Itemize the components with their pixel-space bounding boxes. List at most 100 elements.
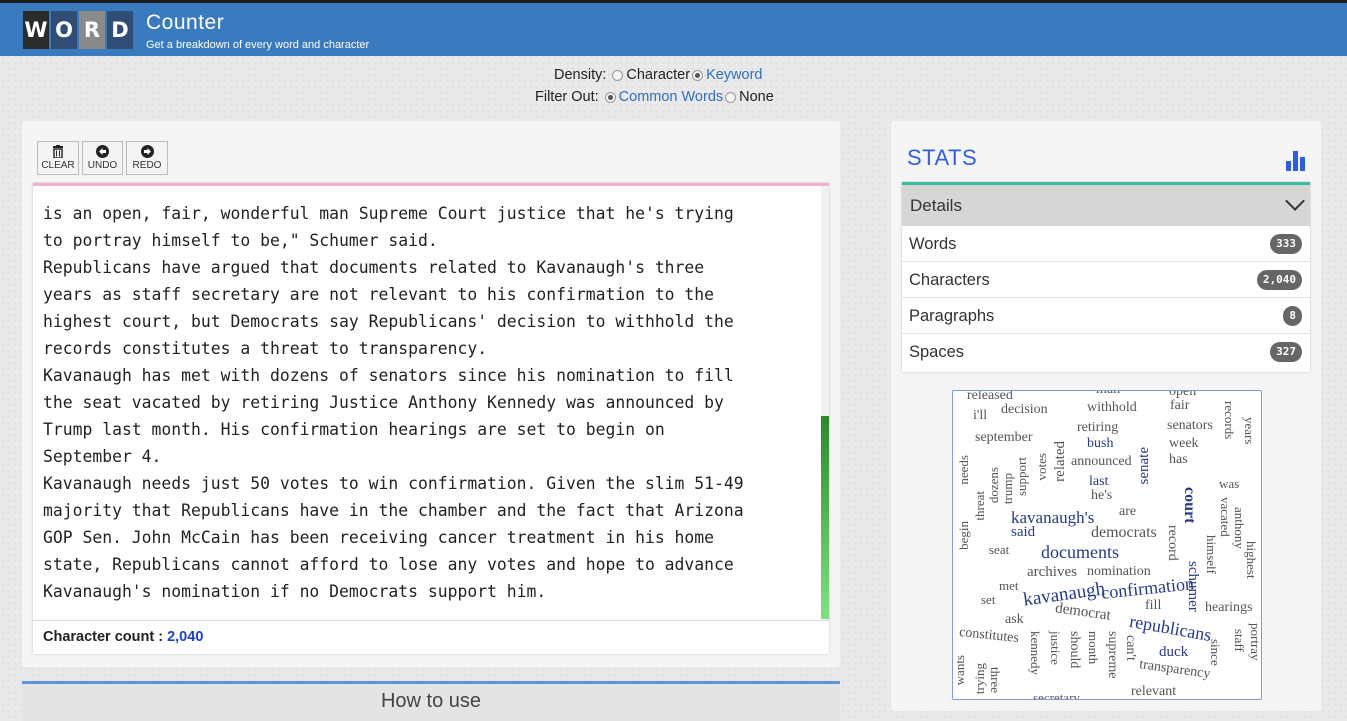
cloud-word: record — [1165, 525, 1180, 561]
cloud-word: transparency — [1138, 657, 1212, 682]
filter-common-words-label[interactable]: Common Words — [619, 89, 723, 105]
cloud-word: month — [1086, 631, 1101, 665]
cloud-word: democrat — [1054, 600, 1112, 624]
cloud-word: court — [1181, 487, 1198, 524]
stats-details-card: Details Words 333 Characters 2,040 Parag… — [902, 182, 1310, 372]
cloud-word: said — [1011, 524, 1036, 540]
text-input[interactable]: is an open, fair, wonderful man Supreme … — [43, 200, 803, 610]
stat-label: Spaces — [909, 343, 965, 361]
filter-options: Filter Out: Common Words None — [535, 89, 774, 105]
cloud-word: announced — [1071, 454, 1132, 469]
details-label: Details — [910, 196, 962, 215]
stat-badge: 333 — [1270, 234, 1302, 254]
cloud-word: wants — [952, 655, 967, 686]
cloud-word: fair — [1170, 398, 1190, 413]
filter-none-radio[interactable] — [725, 91, 737, 103]
logo-letter: R — [79, 11, 105, 49]
stats-panel: STATS Details Words 333 Characters 2,040… — [891, 121, 1321, 711]
logo[interactable]: W O R D — [22, 9, 134, 53]
logo-letter: O — [51, 11, 77, 49]
cloud-word: bush — [1087, 436, 1114, 451]
cloud-word: retiring — [1077, 420, 1119, 435]
density-character-radio[interactable] — [612, 69, 624, 81]
cloud-word: decision — [1001, 402, 1048, 417]
stat-label: Words — [909, 235, 957, 253]
redo-button[interactable]: REDO — [126, 141, 168, 175]
cloud-word: can't — [1123, 635, 1138, 661]
filter-common-words-radio[interactable] — [604, 91, 616, 103]
cloud-word: republicans — [1127, 610, 1214, 646]
brand-subtitle: Get a breakdown of every word and charac… — [146, 39, 370, 51]
stat-badge: 327 — [1270, 342, 1302, 362]
cloud-word: withhold — [1087, 400, 1137, 415]
stat-badge: 2,040 — [1256, 270, 1302, 290]
arrow-right-circle-icon — [127, 145, 167, 160]
arrow-left-circle-icon — [83, 145, 122, 160]
cloud-word: week — [1169, 436, 1199, 451]
undo-button[interactable]: UNDO — [82, 141, 123, 175]
cloud-word: supreme — [1105, 631, 1120, 679]
cloud-word: last — [1089, 474, 1109, 489]
brand-title: Counter — [146, 11, 225, 34]
cloud-word: votes — [1034, 453, 1049, 481]
cloud-word: democrats — [1091, 524, 1157, 541]
cloud-word: senate — [1136, 447, 1152, 485]
cloud-word: i'll — [973, 408, 988, 423]
cloud-word: documents — [1041, 542, 1119, 562]
cloud-word: fill — [1145, 598, 1162, 613]
how-to-use-title: How to use — [380, 690, 482, 712]
cloud-word: dozens — [986, 467, 1001, 504]
cloud-word: years — [1242, 417, 1257, 445]
cloud-word: justice — [1048, 631, 1063, 665]
stat-badge: 8 — [1283, 306, 1302, 326]
clear-label: CLEAR — [41, 160, 75, 171]
cloud-word: three — [988, 667, 1003, 693]
density-keyword-radio[interactable] — [692, 69, 704, 81]
cloud-word: duck — [1159, 644, 1189, 660]
chevron-down-icon — [1285, 191, 1305, 211]
cloud-word: senators — [1167, 418, 1213, 433]
cloud-word: records — [1222, 401, 1237, 440]
cloud-word: since — [1208, 639, 1223, 666]
character-count: Character count : 2,040 — [33, 620, 829, 654]
cloud-word: support — [1014, 457, 1029, 496]
cloud-word: trying — [972, 663, 987, 695]
cloud-word: himself — [1204, 535, 1219, 574]
cloud-word: needs — [956, 455, 971, 485]
stat-label: Characters — [909, 271, 990, 289]
density-options: Density: Character Keyword — [554, 67, 762, 83]
clear-button[interactable]: CLEAR — [37, 141, 79, 175]
cloud-word: nomination — [1087, 564, 1151, 579]
cloud-word: set — [981, 592, 996, 607]
stat-row-spaces: Spaces 327 — [902, 334, 1310, 370]
redo-label: REDO — [132, 160, 162, 171]
trash-icon — [38, 145, 78, 160]
cloud-word: vacated — [1218, 497, 1233, 537]
how-to-use-panel[interactable]: How to use — [22, 681, 840, 721]
cloud-word: trump — [1000, 473, 1015, 505]
logo-letter: D — [107, 11, 133, 49]
stat-row-characters: Characters 2,040 — [902, 262, 1310, 298]
editor-scroll-thumb[interactable] — [821, 416, 829, 619]
stat-label: Paragraphs — [909, 307, 995, 325]
cloud-word: september — [975, 430, 1033, 445]
bar-chart-icon[interactable] — [1285, 149, 1307, 171]
editor-scrollbar[interactable] — [821, 186, 829, 620]
density-keyword-label[interactable]: Keyword — [706, 67, 762, 83]
density-character-label[interactable]: Character — [626, 67, 690, 83]
cloud-word: he's — [1091, 488, 1113, 503]
details-header[interactable]: Details — [902, 185, 1310, 226]
undo-label: UNDO — [87, 160, 118, 171]
character-count-value: 2,040 — [167, 629, 204, 645]
density-label: Density: — [554, 67, 607, 83]
cloud-word: met — [999, 578, 1019, 593]
cloud-word: ask — [1005, 612, 1024, 627]
stat-row-paragraphs: Paragraphs 8 — [902, 298, 1310, 334]
word-cloud: released man open decision withhold fair… — [952, 390, 1262, 700]
filter-none-label[interactable]: None — [739, 89, 774, 105]
top-bar: W O R D Counter Get a breakdown of every… — [0, 0, 1347, 56]
cloud-word: highest — [1244, 541, 1259, 579]
stat-row-words: Words 333 — [902, 226, 1310, 262]
cloud-word: has — [1169, 452, 1188, 467]
cloud-word: constitutes — [958, 624, 1020, 647]
